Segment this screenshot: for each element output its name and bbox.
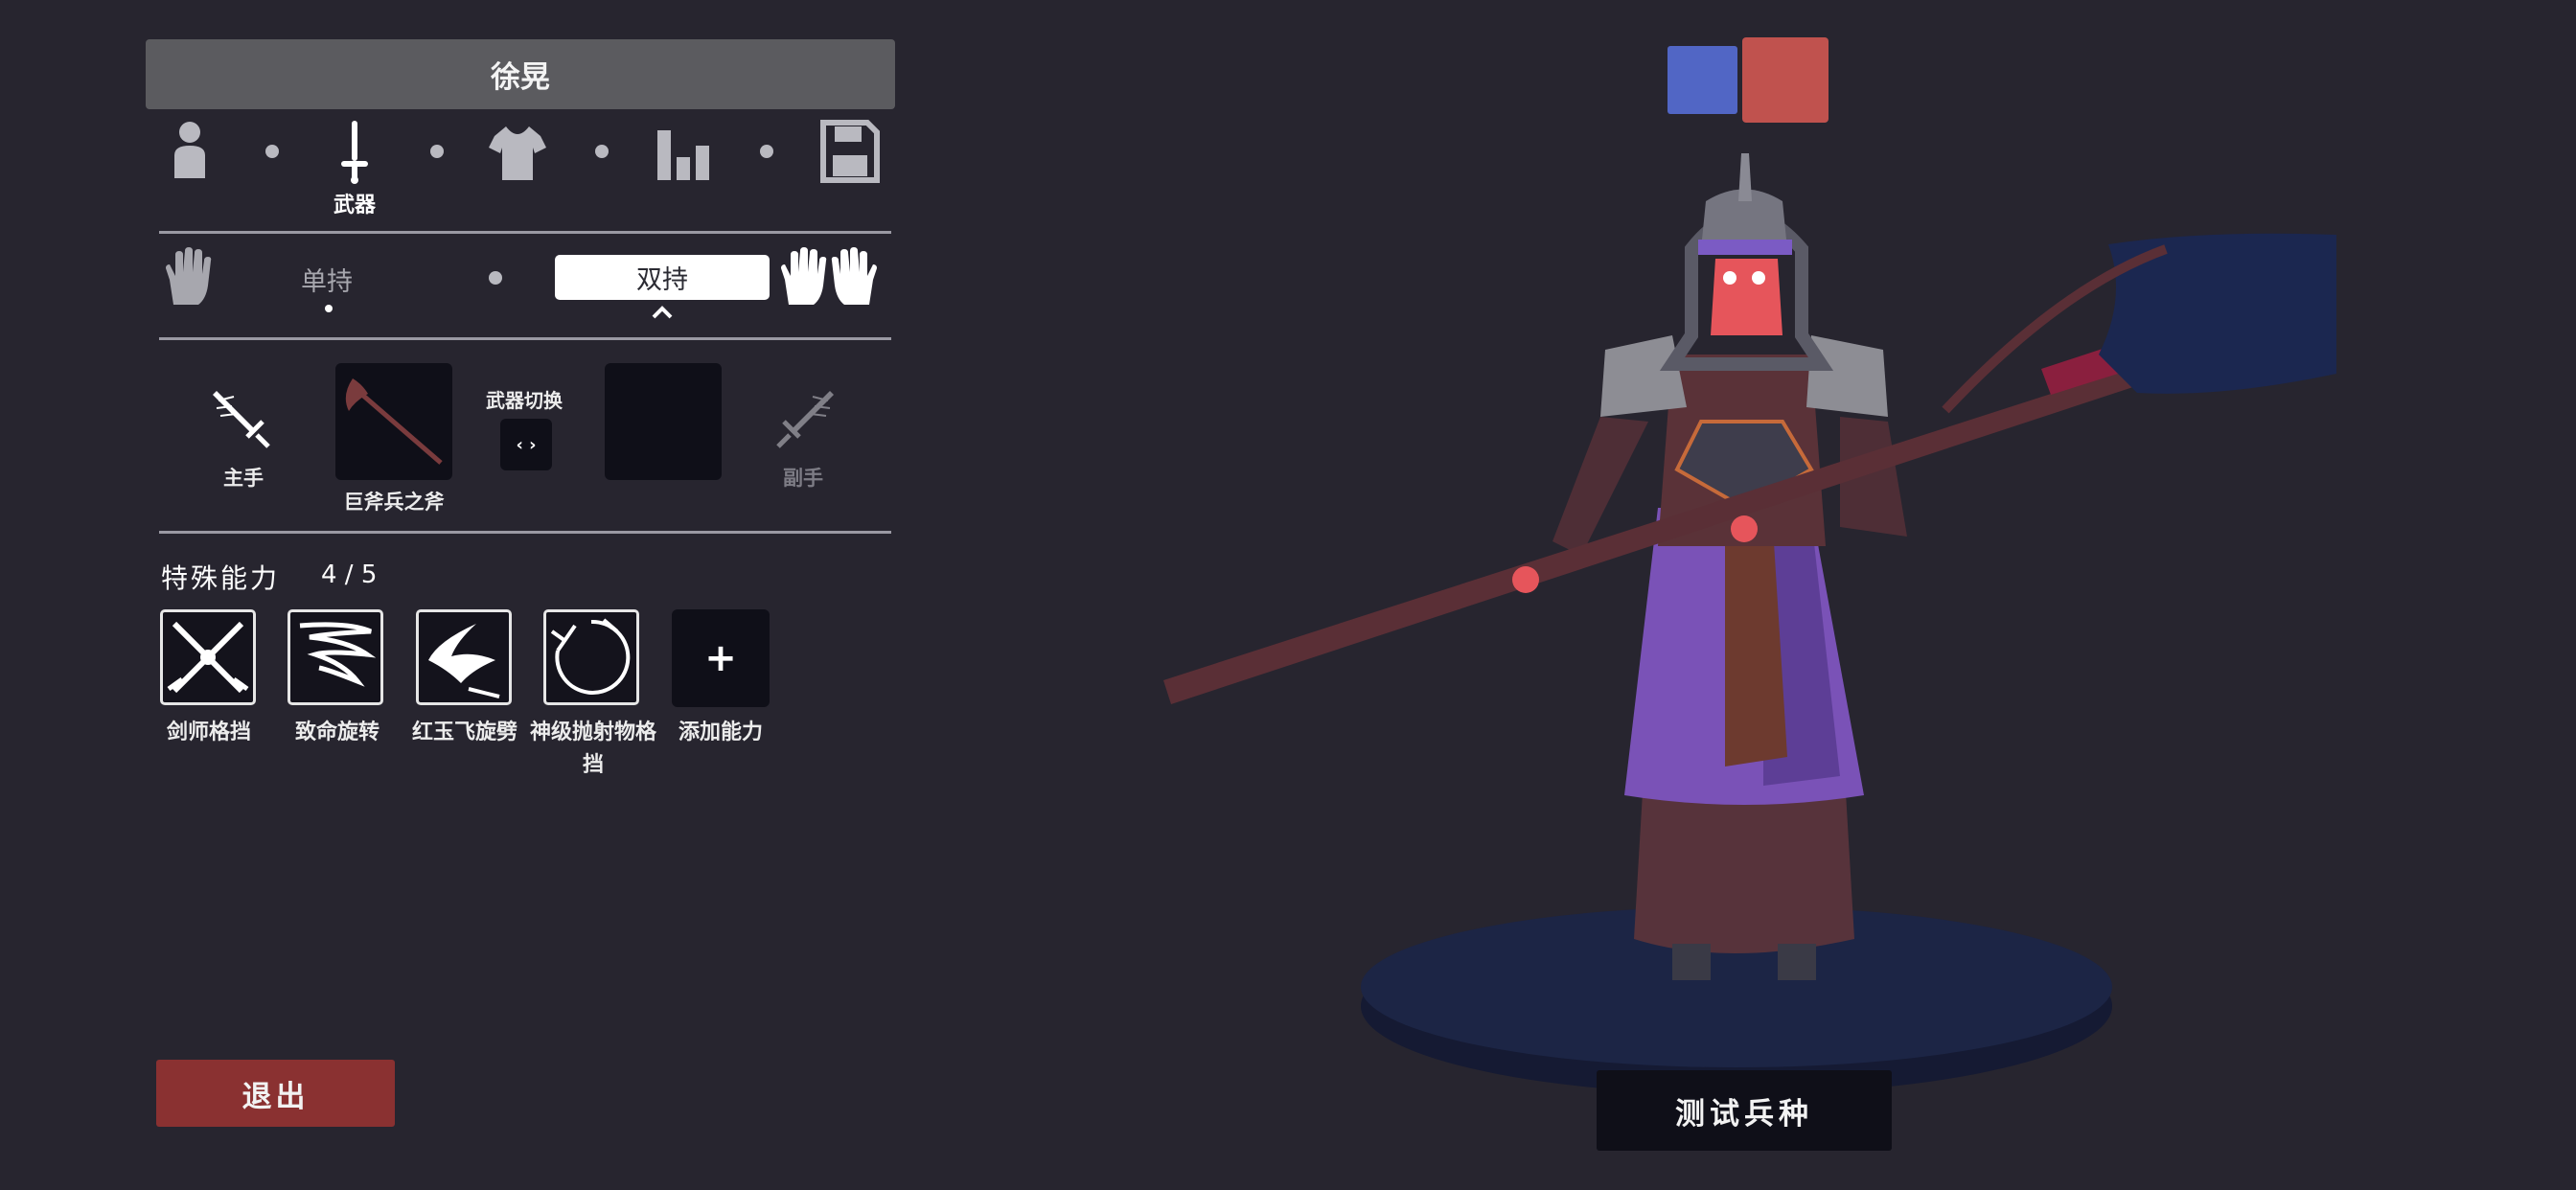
- two-hands-icon[interactable]: [779, 245, 879, 307]
- ability-card[interactable]: [543, 609, 639, 705]
- hand: [1512, 566, 1539, 593]
- off-hand-label: 副手: [783, 467, 823, 490]
- helmet-spike: [1738, 153, 1752, 201]
- main-weapon-slot[interactable]: [335, 363, 452, 480]
- projectile-block-icon: [550, 618, 631, 695]
- ability-card[interactable]: [288, 609, 383, 705]
- plus-icon: +: [704, 636, 737, 680]
- off-hand-sword-icon: [772, 387, 834, 448]
- shirt-icon[interactable]: [487, 119, 548, 184]
- ability-label: 红玉飞旋劈: [411, 721, 518, 744]
- abilities-title: 特殊能力: [161, 562, 281, 594]
- weapon-switch-arrows-icon: ‹ ›: [516, 434, 537, 455]
- main-hand-label: 主手: [223, 467, 264, 490]
- eye: [1723, 271, 1736, 285]
- grip-separator-dot: [489, 271, 502, 285]
- main-weapon-name: 巨斧兵之斧: [343, 491, 445, 514]
- step-separator-dot: [430, 145, 444, 158]
- bar-chart-icon[interactable]: [654, 119, 715, 184]
- main-hand-sword-icon: [213, 387, 274, 448]
- single-hand-icon[interactable]: [164, 247, 214, 307]
- unit-name: 徐晃: [491, 60, 550, 95]
- exit-label: 退出: [242, 1079, 310, 1114]
- step-label-weapon: 武器: [333, 194, 376, 217]
- shoulder-guard: [1600, 335, 1687, 417]
- test-unit-label: 测试兵种: [1675, 1096, 1813, 1132]
- divider: [159, 531, 891, 534]
- axe-icon: [345, 378, 443, 465]
- dual-grip-label: 双持: [636, 265, 688, 295]
- boot: [1778, 944, 1816, 980]
- exit-button[interactable]: 退出: [156, 1060, 395, 1127]
- weapon-switch-label: 武器切换: [486, 389, 563, 412]
- ability-card[interactable]: [160, 609, 256, 705]
- step-separator-dot: [760, 145, 773, 158]
- weapon-switch-button[interactable]: ‹ ›: [500, 419, 552, 470]
- ability-label: 神级抛射物格挡: [529, 721, 656, 777]
- eye: [1752, 271, 1765, 285]
- face: [1711, 259, 1782, 335]
- floppy-disk-icon[interactable]: [819, 119, 881, 184]
- shoulder-guard: [1806, 335, 1888, 417]
- flying-slash-icon: [428, 624, 500, 698]
- abilities-count: 4 / 5: [321, 561, 378, 589]
- team-blue-swatch[interactable]: [1668, 46, 1737, 114]
- off-hand-weapon-slot[interactable]: [605, 363, 722, 480]
- add-ability-label: 添加能力: [678, 721, 763, 744]
- hand: [1731, 515, 1758, 542]
- single-grip-indicator: [325, 305, 333, 312]
- spin-slash-icon: [299, 622, 377, 687]
- boot: [1672, 944, 1711, 980]
- step-separator-dot: [265, 145, 279, 158]
- crossed-swords-icon: [167, 621, 249, 694]
- headband: [1698, 240, 1792, 255]
- unit-name-bar[interactable]: 徐晃: [146, 39, 895, 109]
- unit-preview[interactable]: [1150, 144, 2348, 1102]
- dual-grip-button[interactable]: 双持: [555, 255, 770, 300]
- add-ability-button[interactable]: +: [672, 609, 770, 707]
- ability-label: 剑师格挡: [166, 721, 251, 744]
- single-grip-label[interactable]: 单持: [301, 261, 353, 298]
- ability-card[interactable]: [416, 609, 512, 705]
- test-unit-button[interactable]: 测试兵种: [1597, 1070, 1892, 1151]
- divider: [159, 337, 891, 340]
- divider: [159, 231, 891, 234]
- sword-icon[interactable]: [324, 119, 385, 184]
- ability-label: 致命旋转: [294, 721, 380, 744]
- selected-caret-icon: [652, 305, 673, 319]
- step-separator-dot: [595, 145, 609, 158]
- team-red-swatch[interactable]: [1742, 37, 1828, 123]
- person-icon[interactable]: [159, 119, 220, 184]
